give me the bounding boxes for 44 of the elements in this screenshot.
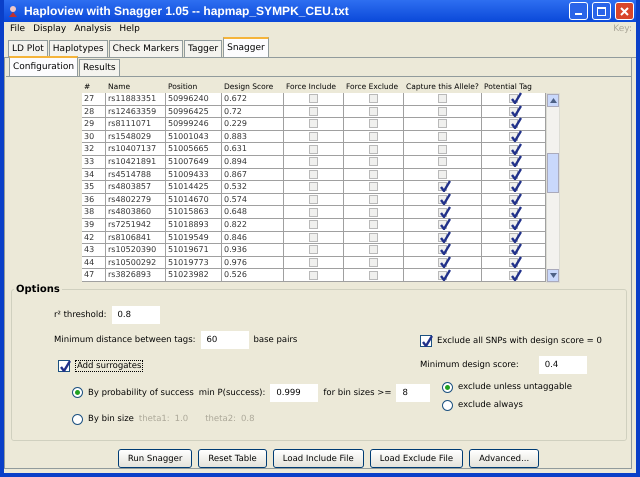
tab[interactable]: Configuration [9,56,78,76]
radio-label: exclude unless untaggable [458,382,572,392]
field-label: r² threshold: [54,310,106,320]
group-title: Options [14,284,62,295]
tab[interactable]: Results [79,59,120,76]
menu-item[interactable]: File [8,24,32,34]
input-field[interactable]: 0.999 [270,384,318,402]
input-field[interactable]: 0.8 [112,306,160,324]
checkbox-label: Exclude all SNPs with design score = 0 [437,336,602,346]
action-button[interactable]: Load Include File [272,449,364,468]
radio-label: exclude always [458,400,523,410]
table-cell: rs3826893 [106,269,166,282]
action-button[interactable]: Run Snagger [118,449,192,468]
field-label: min P(success): [198,388,266,398]
field-label: Minimum design score: [420,360,519,370]
field-label: Minimum distance between tags: [54,335,196,345]
radio-label: By probability of success [88,388,194,398]
action-button[interactable]: Load Exclude File [370,449,464,468]
action-button[interactable]: Reset Table [198,449,267,468]
menu-item[interactable]: Analysis [72,24,118,34]
field-value: 1.0 [174,414,188,424]
tab[interactable]: Check Markers [108,40,183,57]
table-cell: 47 [82,269,106,282]
tab[interactable]: Haplotypes [48,40,108,57]
field-label: for bin sizes >= [323,388,392,398]
action-button[interactable]: Advanced... [469,449,540,468]
checkbox-label: Add surrogates [75,360,144,372]
key-label: Key: [613,24,632,34]
field-label: theta1: [138,414,170,424]
tab[interactable]: LD Plot [8,40,48,57]
window-title: Haploview with Snagger 1.05 -- hapmap_SYMPK_CEU.txt [24,4,350,18]
tab[interactable]: Snagger [223,37,269,57]
table-cell: 0.526 [222,269,284,282]
tab[interactable]: Tagger [184,40,222,57]
input-field[interactable]: 0.4 [538,356,587,374]
input-field[interactable]: 8 [396,384,430,402]
unit-label: base pairs [254,335,298,345]
field-value: 0.8 [240,414,254,424]
input-field[interactable]: 60 [200,331,248,349]
menu-item[interactable]: Display [31,24,72,34]
field-label: theta2: [205,414,236,424]
menu-item[interactable]: Help [117,24,146,34]
table-cell: 51023982 [166,269,222,282]
radio-label: By bin size [88,414,134,424]
